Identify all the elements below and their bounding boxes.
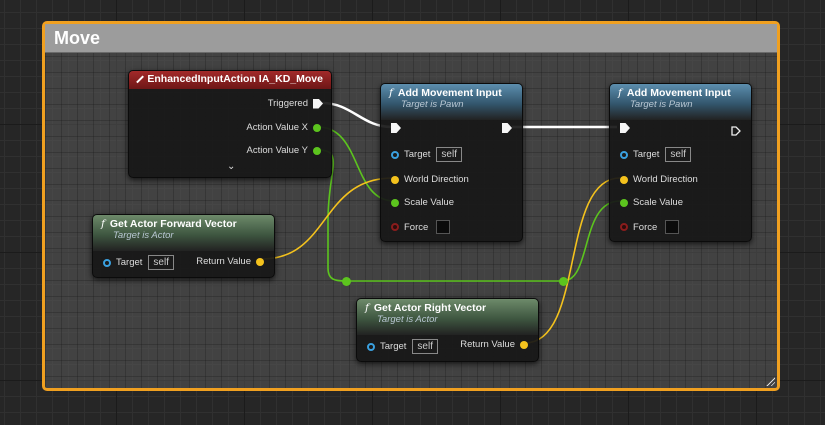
object-pin-target-icon[interactable] xyxy=(367,342,375,351)
pin-label-target: Target xyxy=(380,341,407,352)
object-pin-target-icon[interactable] xyxy=(620,150,628,159)
float-pin-scale-value-icon[interactable] xyxy=(620,198,628,207)
exec-pin-in-icon[interactable] xyxy=(391,123,401,133)
float-pin-action-x-icon[interactable] xyxy=(313,123,321,132)
object-pin-target-icon[interactable] xyxy=(391,150,399,159)
node-get-actor-forward-vector[interactable]: f Get Actor Forward Vector Target is Acto… xyxy=(92,214,275,278)
reroute-node-right[interactable] xyxy=(559,277,568,286)
node-title: EnhancedInputAction IA_KD_Move xyxy=(136,73,323,85)
float-pin-action-y-icon[interactable] xyxy=(313,146,321,155)
pin-label-world-direction: World Direction xyxy=(633,174,698,185)
node-header[interactable]: EnhancedInputAction IA_KD_Move xyxy=(129,71,331,89)
node-title: f Add Movement Input xyxy=(618,87,743,99)
pin-label-return-value: Return Value xyxy=(196,256,251,267)
node-title-text: EnhancedInputAction IA_KD_Move xyxy=(147,73,323,85)
pin-label-action-y: Action Value Y xyxy=(246,145,308,156)
float-pin-scale-value-icon[interactable] xyxy=(391,198,399,207)
pin-label-force: Force xyxy=(404,221,429,233)
function-icon: f xyxy=(365,302,369,314)
bool-pin-force-icon[interactable] xyxy=(391,223,399,231)
comment-title[interactable]: Move xyxy=(45,24,777,53)
node-header[interactable]: f Add Movement Input Target is Pawn xyxy=(381,84,522,120)
vector-pin-return-value-icon[interactable] xyxy=(256,257,264,266)
node-title-text: Get Actor Right Vector xyxy=(373,302,487,314)
node-add-movement-input-2[interactable]: f Add Movement Input Target is Pawn Targe… xyxy=(609,83,752,242)
pin-row-scale-value: Scale Value xyxy=(620,197,683,208)
force-checkbox[interactable] xyxy=(436,220,451,234)
node-subtitle: Target is Pawn xyxy=(401,99,464,110)
force-checkbox[interactable] xyxy=(665,220,680,234)
node-header[interactable]: f Get Actor Forward Vector Target is Acto… xyxy=(93,215,274,251)
exec-pin-in-icon[interactable] xyxy=(620,123,630,133)
pin-row-target: Target self xyxy=(367,339,438,354)
node-title: f Get Actor Forward Vector xyxy=(101,218,266,230)
target-self-field[interactable]: self xyxy=(665,147,691,162)
pin-row-target: Target self xyxy=(620,147,691,162)
function-icon: f xyxy=(101,218,105,230)
comment-resize-handle[interactable] xyxy=(765,376,775,386)
expand-chevron-icon[interactable]: ⌄ xyxy=(227,161,235,172)
pin-label-scale-value: Scale Value xyxy=(633,197,683,208)
function-icon: f xyxy=(618,87,622,99)
pin-row-force: Force xyxy=(391,220,451,234)
pin-label-triggered: Triggered xyxy=(267,98,308,109)
node-header[interactable]: f Get Actor Right Vector Target is Actor xyxy=(357,299,538,335)
node-title: f Add Movement Input xyxy=(389,87,514,99)
node-add-movement-input-1[interactable]: f Add Movement Input Target is Pawn Targe… xyxy=(380,83,523,242)
node-title-text: Get Actor Forward Vector xyxy=(109,218,237,230)
pin-row-target: Target self xyxy=(391,147,462,162)
exec-pin-out-empty-icon[interactable] xyxy=(731,123,741,136)
pin-label-action-x: Action Value X xyxy=(246,122,308,133)
pin-label-world-direction: World Direction xyxy=(404,174,469,185)
node-title: f Get Actor Right Vector xyxy=(365,302,530,314)
pin-row-world-direction: World Direction xyxy=(391,174,469,185)
vector-pin-world-direction-icon[interactable] xyxy=(620,175,628,184)
pin-label-target: Target xyxy=(116,257,143,268)
node-title-text: Add Movement Input xyxy=(397,87,502,99)
pin-label-force: Force xyxy=(633,221,658,233)
node-subtitle: Target is Pawn xyxy=(630,99,693,110)
pin-row-return-value: Return Value xyxy=(460,339,528,350)
pin-row-target: Target self xyxy=(103,255,174,270)
exec-pin-triggered-icon[interactable] xyxy=(313,98,323,109)
pin-row-action-y: Action Value Y xyxy=(247,145,321,156)
bool-pin-force-icon[interactable] xyxy=(620,223,628,231)
node-header[interactable]: f Add Movement Input Target is Pawn xyxy=(610,84,751,120)
reroute-node-left[interactable] xyxy=(342,277,351,286)
pin-label-scale-value: Scale Value xyxy=(404,197,454,208)
vector-pin-return-value-icon[interactable] xyxy=(520,340,528,349)
target-self-field[interactable]: self xyxy=(412,339,438,354)
target-self-field[interactable]: self xyxy=(436,147,462,162)
pin-row-action-x: Action Value X xyxy=(246,122,321,133)
pin-row-force: Force xyxy=(620,220,680,234)
pin-label-target: Target xyxy=(633,149,660,160)
node-subtitle: Target is Actor xyxy=(113,230,174,241)
event-icon xyxy=(136,74,145,84)
exec-pin-out-icon[interactable] xyxy=(502,123,512,133)
pin-label-target: Target xyxy=(404,149,431,160)
pin-row-return-value: Return Value xyxy=(196,256,264,267)
vector-pin-world-direction-icon[interactable] xyxy=(391,175,399,184)
target-self-field[interactable]: self xyxy=(148,255,174,270)
pin-label-return-value: Return Value xyxy=(460,339,515,350)
node-get-actor-right-vector[interactable]: f Get Actor Right Vector Target is Actor … xyxy=(356,298,539,362)
pin-row-scale-value: Scale Value xyxy=(391,197,454,208)
node-subtitle: Target is Actor xyxy=(377,314,438,325)
function-icon: f xyxy=(389,87,393,99)
node-enhanced-input-action[interactable]: EnhancedInputAction IA_KD_Move Triggered… xyxy=(128,70,332,178)
node-title-text: Add Movement Input xyxy=(626,87,731,99)
object-pin-target-icon[interactable] xyxy=(103,258,111,267)
pin-row-triggered: Triggered xyxy=(268,98,323,109)
pin-row-world-direction: World Direction xyxy=(620,174,698,185)
